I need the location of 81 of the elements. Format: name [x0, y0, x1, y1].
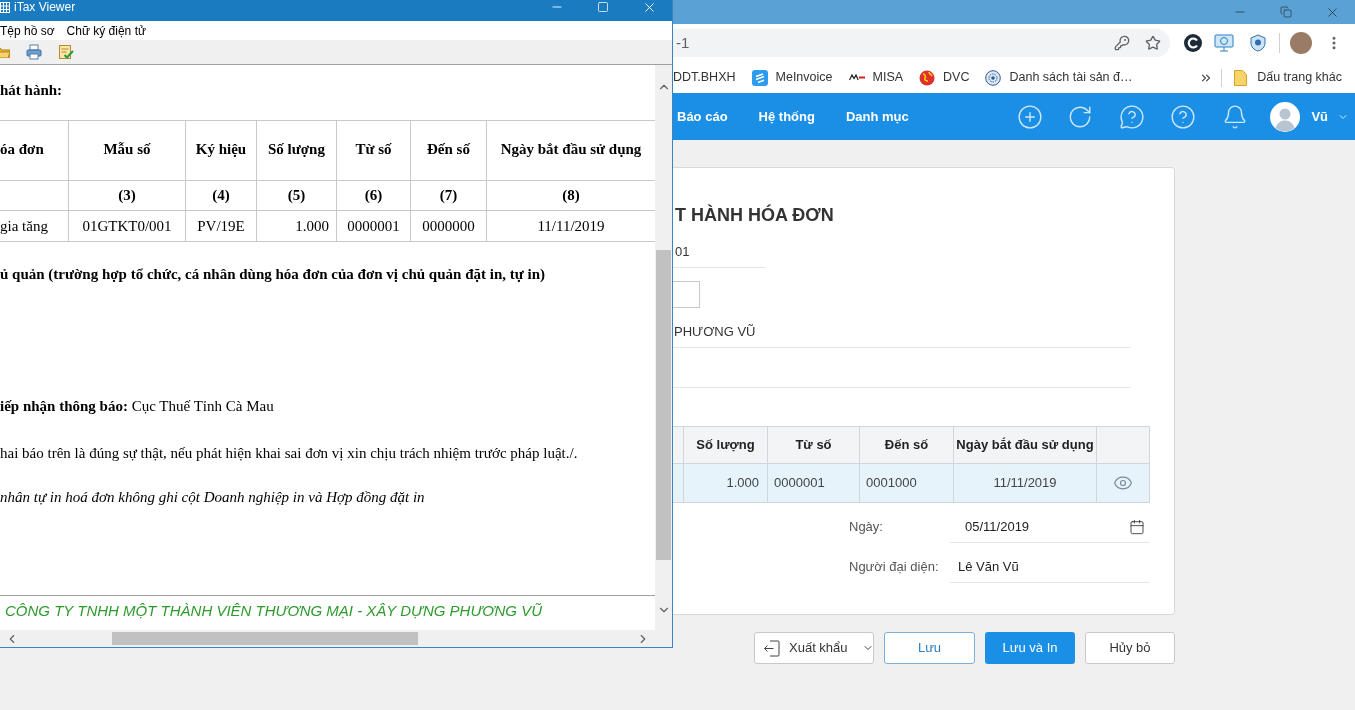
- folder-icon[interactable]: [0, 46, 10, 58]
- table-header-cell: (3): [69, 181, 186, 211]
- scrollbar-thumb[interactable]: [112, 632, 418, 645]
- field-label: Người đại diện:: [849, 558, 940, 577]
- globe-icon: [919, 69, 936, 86]
- star-icon[interactable]: [1145, 35, 1161, 51]
- table-cell: gia tăng: [0, 211, 69, 242]
- horizontal-scrollbar[interactable]: [0, 630, 655, 647]
- chat-question-icon[interactable]: [1119, 103, 1146, 130]
- menu-item[interactable]: Chữ ký điện tử: [66, 24, 146, 37]
- app-tile-icon: [751, 69, 768, 86]
- calendar-icon[interactable]: [1129, 518, 1145, 535]
- text-field[interactable]: PHƯƠNG VŨ: [673, 316, 1130, 348]
- column-header: Ngày bắt đầu sử dụng: [954, 427, 1097, 463]
- table-header-cell: (6): [337, 181, 411, 211]
- table-row[interactable]: 1.000 0000001 0001000 11/11/2019: [673, 464, 1150, 503]
- maximize-icon: [597, 1, 609, 13]
- circle-logo-icon[interactable]: [1184, 34, 1202, 52]
- table-header-cell: Ký hiệu: [186, 121, 257, 181]
- table-header-cell: (7): [411, 181, 487, 211]
- user-avatar-icon[interactable]: [1270, 101, 1301, 132]
- emblem-icon[interactable]: [1249, 34, 1267, 52]
- printer-icon[interactable]: [26, 44, 42, 60]
- column-header: Từ số: [768, 427, 860, 463]
- field-label: Ngày:: [849, 518, 884, 537]
- table-cell: 0000001: [768, 464, 860, 502]
- seal-icon: [985, 69, 1002, 86]
- table-header-cell: (5): [257, 181, 337, 211]
- folder-icon: [1234, 69, 1248, 86]
- text-field[interactable]: 01: [673, 237, 765, 268]
- table-icon: [0, 1, 10, 13]
- table-cell: 11/11/2019: [954, 464, 1097, 502]
- section-heading: hát hành:: [0, 81, 64, 100]
- document-text: ủ quản (trường hợp tổ chức, cá nhân dùng hóa đơn của đơn vị chủ quản đặt in, tự in): [0, 265, 546, 284]
- table-cell: 01GTKT0/001: [69, 211, 186, 242]
- profile-avatar[interactable]: [1290, 32, 1312, 54]
- restore-icon: [1280, 6, 1292, 18]
- table-header-cell: (4): [186, 181, 257, 211]
- table-cell: PV/19E: [186, 211, 257, 242]
- plus-circle-icon[interactable]: [1017, 103, 1044, 130]
- table-header-cell: Số lượng: [257, 121, 337, 181]
- bookmark-item[interactable]: MISA: [848, 68, 904, 87]
- menu-item[interactable]: Tệp hồ sơ: [0, 24, 55, 37]
- bookmark-item[interactable]: DDT.BHXH: [673, 68, 736, 87]
- help-icon[interactable]: [1170, 103, 1197, 130]
- table-cell: 0000000: [411, 211, 487, 242]
- small-logo-icon: [848, 74, 865, 81]
- table-cell: 1.000: [257, 211, 337, 242]
- address-bar[interactable]: -1: [673, 29, 1170, 57]
- table-header-cell: Mẫu số: [69, 121, 186, 181]
- table-cell: 0001000: [860, 464, 954, 502]
- company-name: CÔNG TY TNHH MỘT THÀNH VIÊN THƯƠNG MẠI - XÂY DỰNG PHƯƠNG VŨ: [5, 602, 544, 620]
- action-button[interactable]: Lưu: [884, 632, 975, 664]
- table-header-cell: Từ số: [337, 121, 411, 181]
- form-title: T HÀNH HÓA ĐƠN: [674, 204, 835, 226]
- text-field[interactable]: Lê Văn Vũ: [950, 551, 1150, 583]
- key-icon[interactable]: [1114, 35, 1130, 51]
- window-title: iTax Viewer: [14, 1, 76, 13]
- table-cell: 0000001: [337, 211, 411, 242]
- action-button[interactable]: Hủy bỏ: [1085, 632, 1175, 664]
- table-header-cell: Đến số: [411, 121, 487, 181]
- column-header: Số lượng: [684, 427, 768, 463]
- bookmark-item[interactable]: MeInvoice: [751, 68, 833, 87]
- export-icon: [764, 639, 780, 657]
- column-header: Đến số: [860, 427, 954, 463]
- table-header-cell: óa đơn: [0, 121, 69, 181]
- checklist-icon[interactable]: [58, 44, 74, 60]
- document-text: iếp nhận thông báo: Cục Thuế Tỉnh Cà Mau: [0, 397, 275, 416]
- date-field[interactable]: 05/11/2019: [950, 511, 1150, 543]
- table-cell: 1.000: [684, 464, 768, 502]
- action-button[interactable]: Xuất khẩu: [754, 632, 874, 664]
- scrollbar-thumb[interactable]: [656, 250, 671, 560]
- bookmark-item[interactable]: DVC: [919, 68, 970, 87]
- vertical-scrollbar[interactable]: [655, 65, 672, 630]
- bookmark-item[interactable]: Danh sách tài sản đ…: [985, 68, 1133, 87]
- input-field[interactable]: [673, 281, 700, 308]
- empty-table-cell: [0, 181, 69, 211]
- document-text: hai báo trên là đúng sự thật, nếu phát hiện khai sai đơn vị xin chịu trách nhiệm trước pháp luật./.: [0, 444, 579, 463]
- document-text: nhân tự in hoá đơn không ghi cột Doanh nghiệp in và Hợp đồng đặt in: [0, 488, 426, 507]
- other-bookmarks[interactable]: Dấu trang khác: [1234, 68, 1342, 87]
- monitor-icon[interactable]: [1214, 34, 1234, 52]
